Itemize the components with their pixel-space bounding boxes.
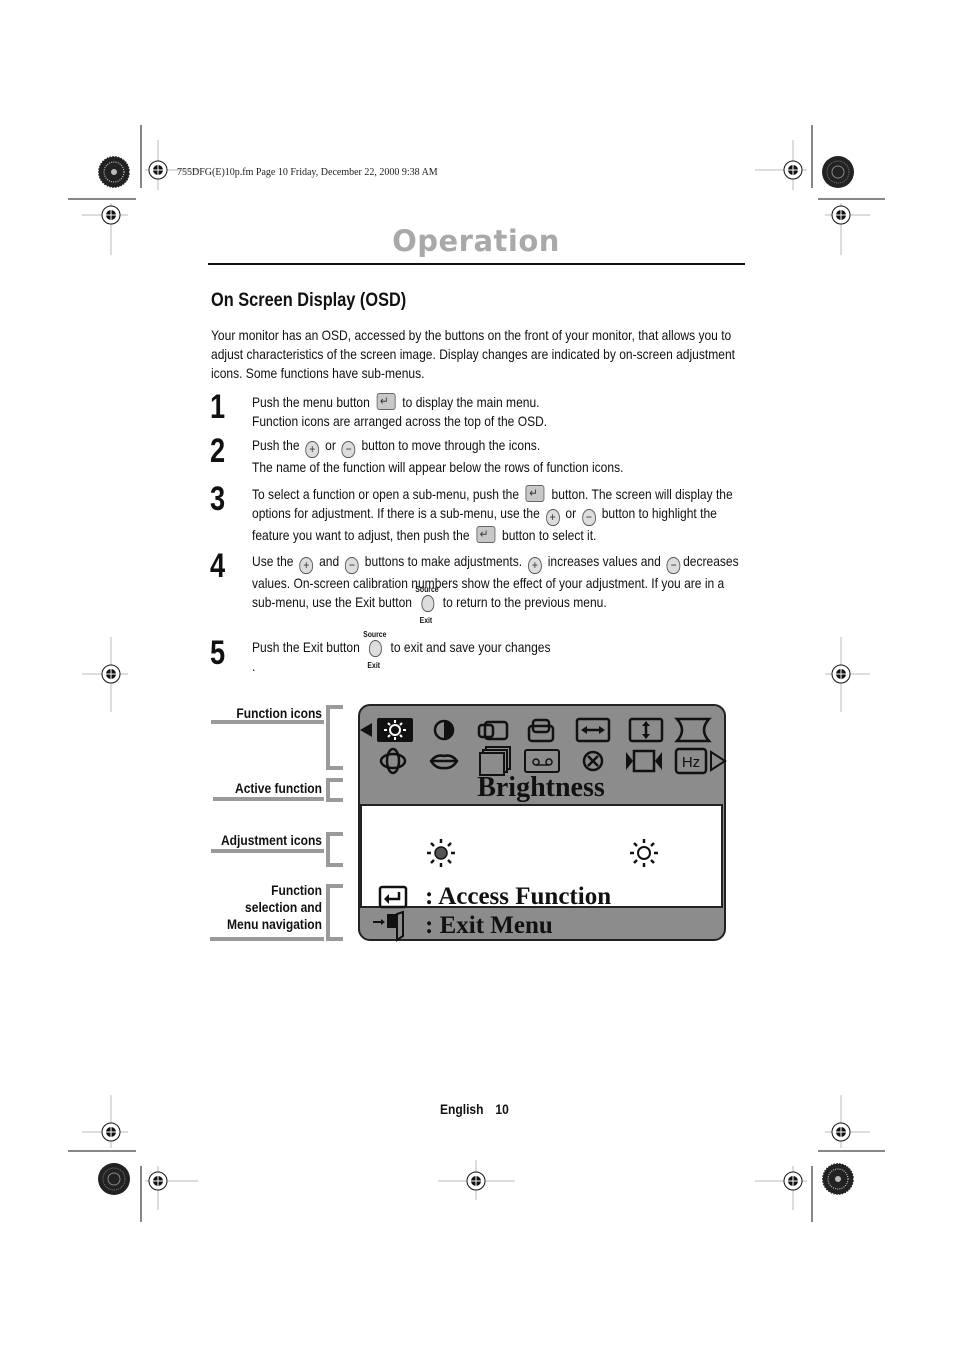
page-footer: English 10 — [440, 1101, 509, 1117]
exit-door-icon — [373, 910, 404, 942]
h-size-icon — [575, 717, 611, 743]
rotation-icon — [379, 747, 407, 775]
v-size-icon — [628, 717, 664, 743]
side-pincushion-icon — [626, 749, 662, 773]
exit-menu-label: : Exit Menu — [425, 912, 553, 939]
pincushion-icon — [674, 717, 712, 743]
enter-icon — [378, 885, 408, 909]
moire-icon — [524, 749, 560, 773]
active-function-name: Brightness — [477, 772, 605, 803]
footer-language: English — [440, 1101, 484, 1117]
scroll-left-arrow-icon — [360, 723, 372, 737]
scroll-right-arrow-icon — [710, 750, 727, 772]
footer-page-number: 10 — [495, 1101, 509, 1117]
callout-brackets — [210, 705, 343, 941]
v-position-icon — [527, 718, 555, 743]
degauss-icon — [582, 750, 604, 772]
display-mode-icon: Hz — [674, 747, 708, 775]
recall-icon — [479, 746, 511, 776]
svg-text:Hz: Hz — [682, 754, 700, 771]
brightness-icon — [377, 718, 413, 742]
trapezoid-icon — [429, 754, 459, 770]
h-position-icon — [477, 720, 509, 741]
brightness-low-icon — [427, 839, 455, 867]
access-function-label: : Access Function — [425, 883, 612, 910]
brightness-high-icon — [630, 839, 658, 867]
contrast-icon — [433, 719, 455, 741]
